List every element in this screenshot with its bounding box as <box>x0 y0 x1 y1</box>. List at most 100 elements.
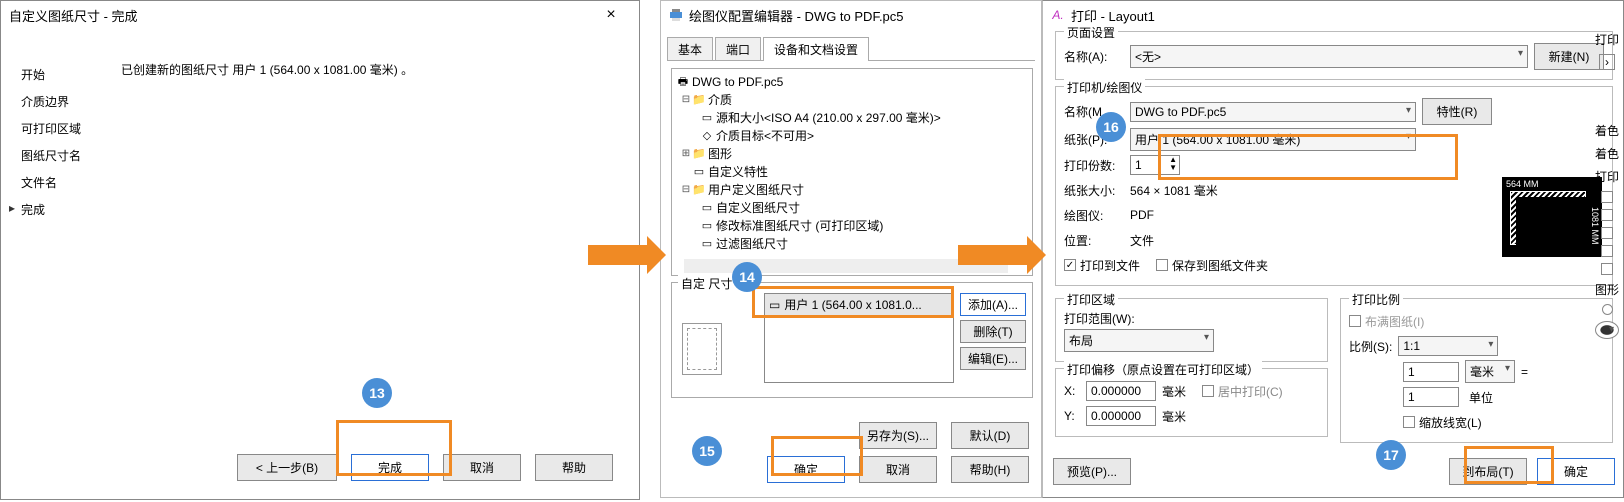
cancel-button[interactable]: 取消 <box>859 456 937 483</box>
titlebar: 绘图仪配置编辑器 - DWG to PDF.pc5 <box>661 1 1041 29</box>
tree-graphics[interactable]: 图形 <box>708 146 732 162</box>
list-item-label: 用户 1 (564.00 x 1081.0... <box>784 296 921 313</box>
scale1-input[interactable]: 1 <box>1403 362 1459 382</box>
tree-custom-props[interactable]: 自定义特性 <box>708 164 768 180</box>
page-icon: ▭ <box>700 200 714 216</box>
tab-ports[interactable]: 端口 <box>715 37 761 61</box>
help-button[interactable]: 帮助(H) <box>951 456 1029 483</box>
close-icon[interactable]: × <box>591 6 631 24</box>
paper-select[interactable]: 用户 1 (564.00 x 1081.00 毫米) <box>1130 128 1416 151</box>
spinner-icon[interactable]: ▲▼ <box>1169 156 1177 172</box>
save-folder-label: 保存到图纸文件夹 <box>1172 257 1268 274</box>
copies-label: 打印份数: <box>1064 157 1124 174</box>
preview-button[interactable]: 预览(P)... <box>1053 458 1131 485</box>
unit-select[interactable]: 毫米 <box>1465 360 1515 383</box>
target-icon: ◇ <box>700 128 714 144</box>
offset-group: 打印偏移（原点设置在可打印区域） X: 0.000000 毫米 居中打印(C) … <box>1055 368 1328 437</box>
range-select[interactable]: 布局 <box>1064 329 1214 352</box>
back-button[interactable]: < 上一步(B) <box>237 454 337 481</box>
printer-icon: 🖶 <box>676 74 690 90</box>
group-label: 打印比例 <box>1349 291 1403 308</box>
window-title: 打印 - Layout1 <box>1071 6 1615 25</box>
page-icon: ▭ <box>700 110 714 126</box>
print-to-file-check[interactable]: ✓打印到文件 <box>1064 257 1140 274</box>
help-button[interactable]: 帮助 <box>535 454 613 481</box>
chk5[interactable] <box>1601 263 1613 275</box>
step-start: 开始 <box>21 61 121 88</box>
location-value: 文件 <box>1130 232 1154 249</box>
center-label: 居中打印(C) <box>1218 383 1283 400</box>
group-label: 页面设置 <box>1064 24 1118 41</box>
add-button[interactable]: 添加(A)... <box>960 293 1026 316</box>
page-setup-select[interactable]: <无> <box>1130 45 1528 68</box>
center-check[interactable]: 居中打印(C) <box>1202 383 1283 400</box>
wizard-window: 自定义图纸尺寸 - 完成 × 开始 介质边界 可打印区域 图纸尺寸名 文件名 完… <box>0 0 640 500</box>
tree-media[interactable]: 介质 <box>708 92 732 108</box>
printer-select[interactable]: DWG to PDF.pc5 <box>1130 102 1416 122</box>
callout-15: 15 <box>692 436 722 466</box>
chk2[interactable] <box>1601 209 1613 221</box>
ok-button[interactable]: 确定 <box>767 456 845 483</box>
tree-custom-paper[interactable]: 自定义图纸尺寸 <box>716 200 800 216</box>
list-item[interactable]: ▭ 用户 1 (564.00 x 1081.0... <box>765 294 953 315</box>
group-label: 打印机/绘图仪 <box>1064 79 1145 96</box>
defaults-button[interactable]: 默认(D) <box>951 422 1029 449</box>
printer-icon <box>669 8 683 22</box>
scale-group: 打印比例 布满图纸(I) 比例(S): 1:1 1 毫米 = 1 <box>1340 298 1613 443</box>
saveas-button[interactable]: 另存为(S)... <box>859 422 937 449</box>
strip-header: 打印 <box>1595 31 1619 48</box>
callout-17: 17 <box>1376 440 1406 470</box>
tab-device[interactable]: 设备和文档设置 <box>763 37 869 61</box>
tree-source-size[interactable]: 源和大小<ISO A4 (210.00 x 297.00 毫米)> <box>716 110 941 126</box>
y-input[interactable]: 0.000000 <box>1086 406 1156 426</box>
copies-input[interactable]: 1 ▲▼ <box>1130 155 1180 175</box>
preview-width: 564 MM <box>1506 179 1539 189</box>
equals: = <box>1521 365 1528 379</box>
y-label: Y: <box>1064 409 1080 423</box>
callout-16: 16 <box>1096 112 1126 142</box>
ok-button[interactable]: 确定 <box>1537 458 1615 485</box>
scale2-input[interactable]: 1 <box>1403 387 1459 407</box>
plotter-value: PDF <box>1130 208 1154 222</box>
tree-filter[interactable]: 过滤图纸尺寸 <box>716 236 788 252</box>
scale-lw-check[interactable]: 缩放线宽(L) <box>1403 414 1482 431</box>
right-strip: 打印 › 着色 着色 打印 图形 <box>1591 27 1623 339</box>
expand-icon[interactable]: › <box>1599 54 1615 70</box>
group-label: 打印区域 <box>1064 291 1118 308</box>
scale-select[interactable]: 1:1 <box>1398 336 1498 356</box>
step-media: 介质边界 <box>21 88 121 115</box>
finish-button[interactable]: 完成 <box>351 454 429 481</box>
paper-value: 用户 1 (564.00 x 1081.00 毫米) <box>1135 133 1300 147</box>
chk1[interactable] <box>1601 191 1613 203</box>
name-label: 名称(A): <box>1064 48 1124 65</box>
x-input[interactable]: 0.000000 <box>1086 381 1156 401</box>
callout-14: 14 <box>732 262 762 292</box>
tree-user-paper[interactable]: 用户定义图纸尺寸 <box>708 182 804 198</box>
fit-check: 布满图纸(I) <box>1349 313 1424 330</box>
scale-label: 比例(S): <box>1349 338 1392 355</box>
print-area-group: 打印区域 打印范围(W): 布局 <box>1055 298 1328 362</box>
step-name: 图纸尺寸名 <box>21 142 121 169</box>
apply-layout-button[interactable]: 到布局(T) <box>1449 458 1527 485</box>
save-folder-check[interactable]: 保存到图纸文件夹 <box>1156 257 1268 274</box>
cancel-button[interactable]: 取消 <box>443 454 521 481</box>
window-title: 绘图仪配置编辑器 - DWG to PDF.pc5 <box>689 6 1033 25</box>
edit-button[interactable]: 编辑(E)... <box>960 347 1026 370</box>
tree-mod-std[interactable]: 修改标准图纸尺寸 (可打印区域) <box>716 218 883 234</box>
tree-target[interactable]: 介质目标<不可用> <box>716 128 814 144</box>
tab-general[interactable]: 基本 <box>667 37 713 61</box>
page-icon: ▭ <box>700 218 714 234</box>
properties-button[interactable]: 特性(R) <box>1422 98 1492 125</box>
group-label: 自定 尺寸 <box>678 275 735 292</box>
chk3[interactable] <box>1601 227 1613 239</box>
custom-size-list[interactable]: ▭ 用户 1 (564.00 x 1081.0... <box>764 293 954 383</box>
tree-root[interactable]: DWG to PDF.pc5 <box>692 74 783 90</box>
fit-label: 布满图纸(I) <box>1365 313 1424 330</box>
radio-1[interactable] <box>1602 304 1613 315</box>
delete-button[interactable]: 删除(T) <box>960 320 1026 343</box>
page-icon: ▭ <box>769 298 780 312</box>
arrow-1 <box>588 245 648 265</box>
chk4[interactable] <box>1601 245 1613 257</box>
completion-message: 已创建新的图纸尺寸 用户 1 (564.00 x 1081.00 毫米) 。 <box>121 61 413 78</box>
radio-2[interactable] <box>1595 321 1619 339</box>
